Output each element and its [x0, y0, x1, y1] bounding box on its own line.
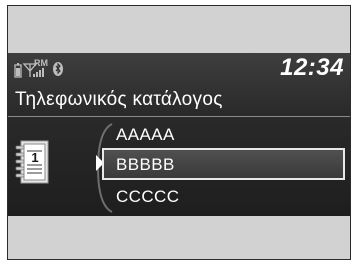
contact-item-ccccc[interactable]: CCCCC — [116, 187, 179, 207]
phonebook-number: 1 — [31, 150, 38, 165]
title-divider — [8, 116, 350, 117]
roaming-tag: RM — [34, 58, 48, 68]
screen-title: Τηλεφωνικός κατάλογος — [15, 89, 223, 110]
clock: 12:34 — [280, 54, 344, 81]
bluetooth-icon — [53, 62, 63, 76]
battery-icon — [14, 63, 22, 78]
contact-item-bbbbb-selected[interactable]: BBBBB — [102, 148, 345, 180]
status-icons: RM — [14, 58, 104, 78]
contact-item-aaaaa[interactable]: AAAAA — [116, 125, 175, 145]
status-bar: RM 12:34 — [8, 53, 350, 85]
signal-icon: RM — [22, 58, 48, 77]
display-bezel: RM 12:34 Τηλεφωνικός κατάλογος 1 AAAAA B… — [7, 5, 351, 260]
phonebook-screen: RM 12:34 Τηλεφωνικός κατάλογος 1 AAAAA B… — [8, 53, 350, 216]
phonebook-icon: 1 — [14, 139, 52, 190]
contact-item-label: BBBBB — [116, 155, 175, 174]
page: RM 12:34 Τηλεφωνικός κατάλογος 1 AAAAA B… — [0, 0, 358, 267]
